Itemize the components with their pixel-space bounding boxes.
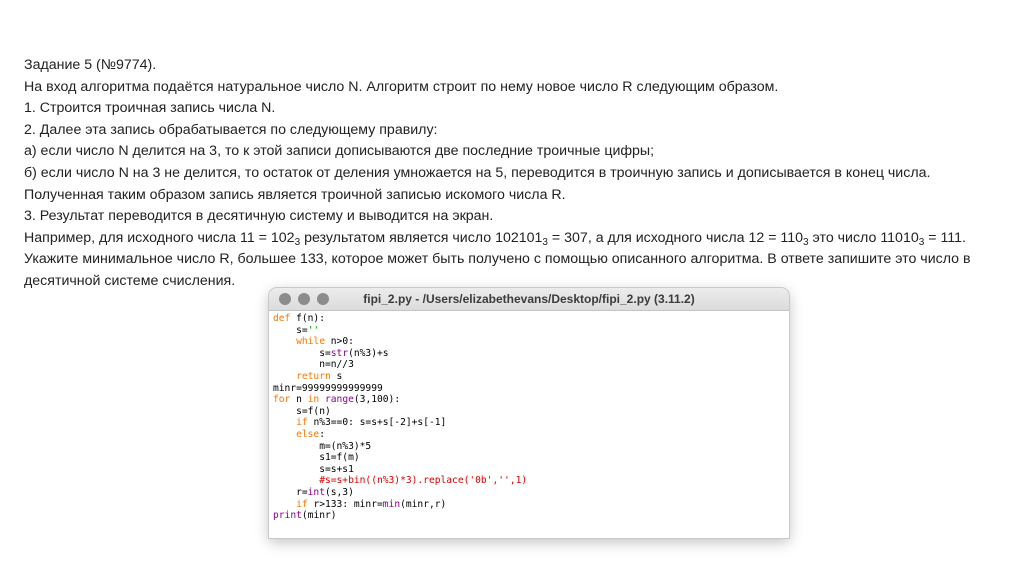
code-line: s='' bbox=[273, 324, 320, 336]
code-line: if r>133: minr=min(minr,r) bbox=[296, 498, 447, 510]
task-rule-a: а) если число N делится на 3, то к этой … bbox=[24, 143, 655, 160]
code-line: s1=f(m) bbox=[273, 452, 360, 464]
task-step-1: 1. Строится троичная запись числа N. bbox=[24, 100, 276, 117]
code-editor[interactable]: def f(n): s='' while n>0: s=str(n%3)+s n… bbox=[269, 311, 789, 522]
code-line: else: bbox=[296, 428, 325, 440]
task-title: Задание 5 (№9774). bbox=[24, 57, 157, 73]
code-line: while n>0: bbox=[296, 336, 354, 348]
idle-editor-window[interactable]: fipi_2.py - /Users/elizabethevans/Deskto… bbox=[269, 288, 789, 538]
code-line: #s=s+bin((n%3)*3).replace('0b','',1) bbox=[273, 475, 528, 487]
code-line: n=n//3 bbox=[273, 359, 354, 371]
code-line: return s bbox=[296, 370, 343, 382]
task-example: Например, для исходного числа 11 = 1023 … bbox=[24, 228, 1014, 250]
code-line: s=s+s1 bbox=[273, 463, 354, 475]
example-text: = 307, а для исходного числа 12 = 110 bbox=[547, 229, 804, 246]
code-line: print(minr) bbox=[273, 510, 337, 522]
task-step-3: 3. Результат переводится в десятичную си… bbox=[24, 208, 494, 225]
example-text: это число 11010 bbox=[808, 229, 919, 246]
task-step-2: 2. Далее эта запись обрабатывается по сл… bbox=[24, 121, 438, 138]
task-question: Укажите минимальное число R, большее 133… bbox=[24, 251, 971, 289]
task-rule-b: б) если число N на 3 не делится, то оста… bbox=[24, 164, 931, 181]
code-line: r=int(s,3) bbox=[273, 486, 354, 498]
code-line: minr=99999999999999 bbox=[273, 382, 383, 394]
window-title: fipi_2.py - /Users/elizabethevans/Deskto… bbox=[363, 292, 695, 306]
task-result-note: Полученная таким образом запись является… bbox=[24, 186, 566, 203]
task-text: Задание 5 (№9774). На вход алгоритма под… bbox=[24, 55, 1014, 293]
code-line: for n in range(3,100): bbox=[273, 394, 401, 406]
code-line: m=(n%3)*5 bbox=[273, 440, 372, 452]
task-intro: На вход алгоритма подаётся натуральное ч… bbox=[24, 78, 779, 95]
example-text: Например, для исходного числа 11 = 102 bbox=[24, 229, 295, 246]
code-line: s=str(n%3)+s bbox=[273, 347, 389, 359]
code-line: def f(n): bbox=[273, 313, 325, 324]
example-text: = 111. bbox=[924, 229, 966, 246]
code-line: if n%3==0: s=s+s[-2]+s[-1] bbox=[296, 417, 447, 429]
code-line: s=f(n) bbox=[273, 405, 331, 417]
example-text: результатом является число 102101 bbox=[300, 229, 543, 246]
window-titlebar[interactable]: fipi_2.py - /Users/elizabethevans/Deskto… bbox=[269, 288, 789, 311]
